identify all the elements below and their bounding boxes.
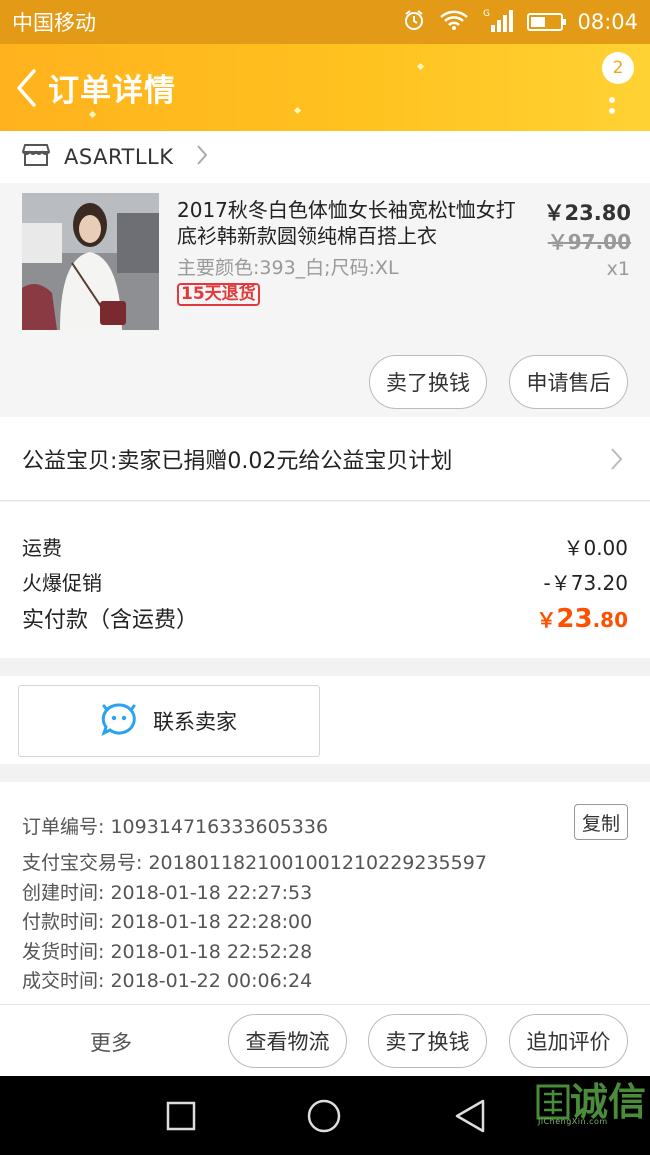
battery-icon [527, 13, 567, 31]
svg-text:G: G [483, 9, 490, 19]
charity-row[interactable]: 公益宝贝:卖家已捐赠0.02元给公益宝贝计划 [0, 417, 650, 501]
system-nav-bar: 诚信 JiChengXin.com [0, 1076, 650, 1155]
completed-time: 成交时间: 2018-01-22 00:06:24 [22, 970, 313, 992]
triangle-back-icon [455, 1099, 485, 1133]
message-badge: 2 [602, 52, 634, 84]
product-image[interactable] [22, 193, 159, 330]
product-sku: 主要颜色:393_白;尺码:XL [177, 257, 399, 279]
system-back-button[interactable] [453, 1098, 487, 1138]
sparkle-decoration [293, 106, 302, 115]
home-button[interactable] [306, 1098, 342, 1138]
paid-total-label: 实付款（含运费） [22, 608, 199, 633]
promotion-label: 火爆促销 [22, 571, 102, 595]
status-icons: G 08:04 [403, 7, 638, 38]
circle-icon [307, 1099, 341, 1133]
created-time: 创建时间: 2018-01-18 22:27:53 [22, 882, 313, 904]
promotion-row: 火爆促销 -￥73.20 [22, 567, 628, 596]
shop-icon [22, 142, 50, 172]
chevron-right-icon [196, 144, 208, 170]
order-number: 订单编号: 109314716333605336 [22, 816, 329, 838]
watermark-logo-icon [536, 1084, 570, 1120]
watermark-text: 诚信 [569, 1080, 646, 1124]
status-bar: 中国移动 G 08:04 [0, 0, 650, 44]
sparkle-decoration [88, 110, 97, 119]
contact-seller-label: 联系卖家 [153, 710, 237, 734]
product-quantity: x1 [606, 258, 630, 280]
shipping-fee-value: ￥0.00 [563, 536, 628, 560]
paid-time: 付款时间: 2018-01-18 22:28:00 [22, 911, 313, 933]
order-info: 订单编号: 109314716333605336 复制 支付宝交易号: 2018… [0, 782, 650, 1004]
nav-bar: 订单详情 2 [0, 44, 650, 131]
alarm-icon [403, 9, 425, 36]
chevron-right-icon [610, 447, 624, 475]
product-title[interactable]: 2017秋冬白色体恤女长袖宽松t恤女打底衫韩新款圆领纯棉百搭上衣 [177, 197, 517, 249]
square-icon [166, 1101, 196, 1131]
promotion-value: -￥73.20 [543, 571, 628, 595]
charity-text: 公益宝贝:卖家已捐赠0.02元给公益宝贝计划 [22, 448, 453, 474]
shipping-fee-row: 运费 ￥0.00 [22, 532, 628, 561]
wifi-icon [439, 9, 469, 36]
more-dots-icon [609, 97, 615, 103]
add-review-button[interactable]: 追加评价 [509, 1014, 628, 1068]
alipay-trade-number: 支付宝交易号: 2018011821001001210229235597 [22, 852, 487, 874]
sparkle-decoration [416, 62, 425, 71]
back-button[interactable] [4, 44, 48, 131]
product-price: ￥23.80 [543, 201, 631, 225]
signal-icon: G [483, 7, 514, 38]
product-card[interactable]: 2017秋冬白色体恤女长袖宽松t恤女打底衫韩新款圆领纯棉百搭上衣 主要颜色:39… [0, 183, 650, 417]
shipped-time: 发货时间: 2018-01-18 22:52:28 [22, 941, 313, 963]
paid-total-row: 实付款（含运费） ￥23.80 [22, 602, 628, 634]
shipping-fee-label: 运费 [22, 536, 62, 560]
contact-seller-button[interactable]: 联系卖家 [18, 685, 320, 757]
watermark-subtext: JiChengXin.com [537, 1117, 608, 1126]
clock: 08:04 [577, 10, 638, 34]
return-policy-badge: 15天退货 [177, 283, 260, 306]
sell-for-cash-button[interactable]: 卖了换钱 [368, 1014, 487, 1068]
more-actions-link[interactable]: 更多 [90, 1027, 132, 1057]
original-price: ￥97.00 [547, 230, 631, 254]
watermark: 诚信 JiChengXin.com [536, 1080, 646, 1126]
back-arrow-icon [17, 68, 36, 107]
paid-total-value: ￥23.80 [536, 604, 628, 634]
chat-bubble-icon [101, 702, 137, 740]
recent-apps-button[interactable] [165, 1100, 197, 1136]
sell-for-cash-button[interactable]: 卖了换钱 [369, 355, 487, 409]
view-logistics-button[interactable]: 查看物流 [228, 1014, 347, 1068]
carrier-name: 中国移动 [12, 11, 96, 35]
fee-summary: 运费 ￥0.00 火爆促销 -￥73.20 实付款（含运费） ￥23.80 [0, 502, 650, 658]
shop-name: ASARTLLK [64, 145, 174, 169]
bottom-action-bar: 更多 查看物流 卖了换钱 追加评价 [0, 1004, 650, 1076]
page-title: 订单详情 [48, 73, 176, 109]
copy-button[interactable]: 复制 [574, 804, 628, 840]
shop-row[interactable]: ASARTLLK [0, 131, 650, 183]
after-sale-button[interactable]: 申请售后 [509, 355, 628, 409]
contact-section: 联系卖家 [0, 676, 650, 764]
